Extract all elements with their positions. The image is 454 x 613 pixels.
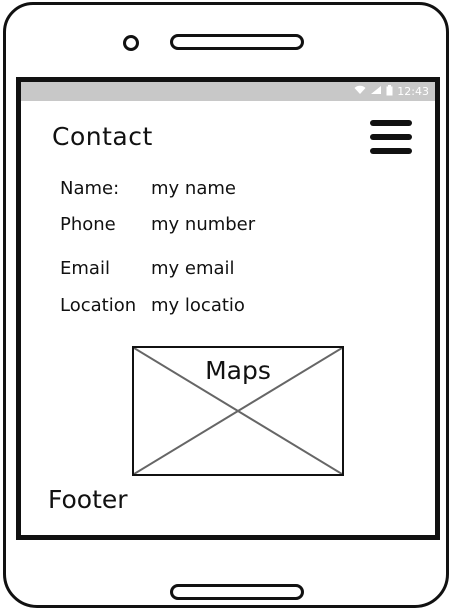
status-time: 12:43: [397, 85, 429, 98]
name-label: Name:: [60, 178, 120, 199]
hamburger-menu-icon[interactable]: [370, 120, 412, 158]
email-label: Email: [60, 258, 110, 279]
home-button[interactable]: [170, 584, 304, 600]
camera-icon: [123, 35, 139, 51]
location-value: my locatio: [151, 295, 245, 316]
location-label: Location: [60, 295, 137, 316]
wifi-icon: [354, 85, 366, 98]
map-placeholder: Maps: [132, 346, 344, 476]
email-value: my email: [151, 258, 235, 279]
phone-screen: 12:43 Contact Name: my name Phone my num…: [16, 77, 440, 540]
phone-label: Phone: [60, 214, 116, 235]
battery-icon: [386, 84, 393, 99]
status-bar: 12:43: [21, 82, 435, 101]
phone-value: my number: [151, 214, 256, 235]
name-value: my name: [151, 178, 236, 199]
page-title: Contact: [52, 122, 153, 151]
map-label: Maps: [205, 356, 271, 385]
footer-label: Footer: [48, 485, 128, 514]
signal-icon: [370, 85, 382, 98]
speaker-grille: [170, 34, 304, 50]
